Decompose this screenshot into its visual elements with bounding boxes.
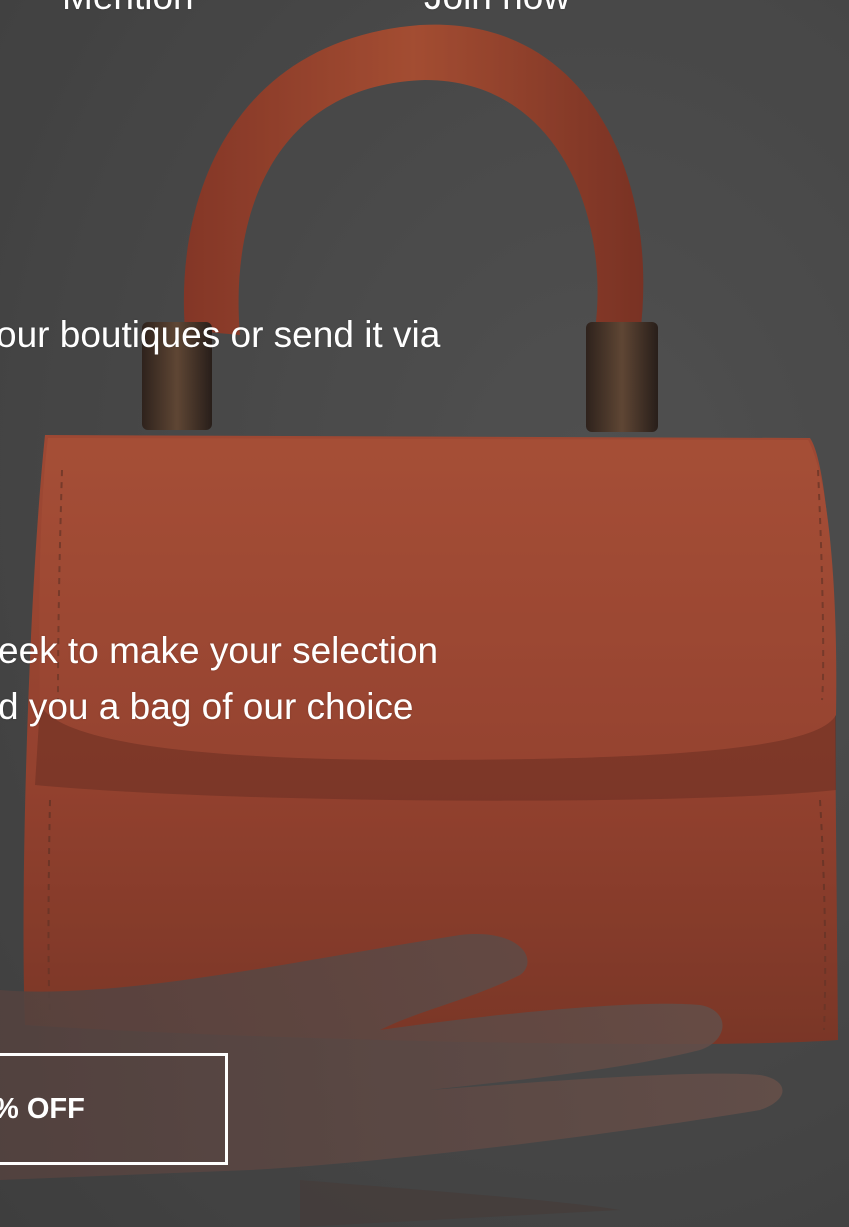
header-link-join[interactable]: Join now <box>424 0 570 15</box>
header-link-left[interactable]: Mention <box>62 0 194 15</box>
discount-cta-label: % OFF <box>0 1092 85 1125</box>
handbag-photo <box>0 0 849 1227</box>
promo-text-line-3: d you a bag of our choice <box>0 686 414 727</box>
promo-text-line-1: our boutiques or send it via <box>0 314 441 355</box>
discount-cta-button[interactable]: % OFF <box>0 1053 228 1165</box>
hero-banner: Mention Join now our boutiques or send i… <box>0 0 849 1227</box>
promo-text-line-2: eek to make your selection <box>0 630 439 671</box>
